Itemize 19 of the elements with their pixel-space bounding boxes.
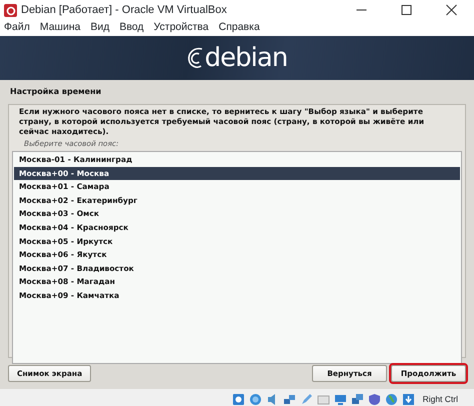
app-icon <box>4 4 17 16</box>
menu-item[interactable]: Ввод <box>115 20 150 36</box>
screens-icon[interactable] <box>350 393 364 406</box>
menu-item[interactable]: Файл <box>0 20 36 36</box>
menu-item[interactable]: Устройства <box>150 20 215 36</box>
host-key-label: Right Ctrl <box>422 393 458 406</box>
menu-item[interactable]: Справка <box>214 20 266 36</box>
globe-icon[interactable] <box>248 393 262 406</box>
swirl-icon <box>186 45 205 71</box>
pen-icon[interactable] <box>300 393 313 406</box>
menu-item[interactable]: Вид <box>86 20 116 36</box>
shield-icon[interactable] <box>368 393 381 406</box>
earth-icon[interactable] <box>384 393 398 406</box>
monitor-icon[interactable] <box>334 393 347 406</box>
menu-item[interactable]: Машина <box>36 20 86 36</box>
network-icon[interactable] <box>282 393 296 406</box>
section-title: Настройка времени <box>9 86 102 98</box>
logo-text: debian <box>204 42 288 74</box>
window-title: Debian [Работает] - Oracle VM VirtualBox <box>21 2 227 18</box>
